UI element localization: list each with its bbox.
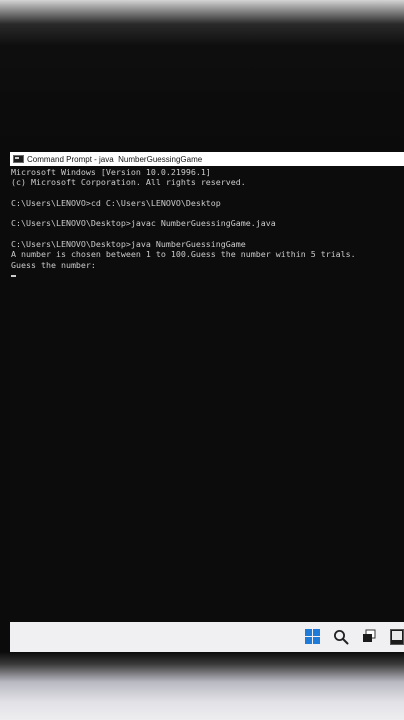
console-line: (c) Microsoft Corporation. All rights re… bbox=[11, 177, 246, 188]
command-prompt-window[interactable]: Command Prompt - java NumberGuessingGame… bbox=[10, 152, 404, 622]
cmd-icon bbox=[13, 155, 24, 163]
console-line: C:\Users\LENOVO\Desktop>javac NumberGues… bbox=[11, 218, 276, 229]
blurred-background-bottom bbox=[0, 652, 404, 720]
terminal-icon[interactable] bbox=[390, 629, 404, 645]
console-line: A number is chosen between 1 to 100.Gues… bbox=[11, 249, 356, 260]
window-titlebar[interactable]: Command Prompt - java NumberGuessingGame bbox=[10, 152, 404, 166]
console-line: Guess the number: bbox=[11, 259, 96, 270]
taskbar bbox=[10, 622, 404, 652]
console-line: Microsoft Windows [Version 10.0.21996.1] bbox=[11, 167, 211, 177]
blurred-background-top bbox=[0, 0, 404, 150]
windows-start-icon[interactable] bbox=[305, 629, 320, 644]
text-cursor[interactable] bbox=[11, 274, 16, 277]
window-title: Command Prompt - java NumberGuessingGame bbox=[27, 154, 203, 164]
console-output[interactable]: Microsoft Windows [Version 10.0.21996.1]… bbox=[11, 167, 401, 280]
search-icon[interactable] bbox=[333, 629, 349, 645]
console-line: C:\Users\LENOVO\Desktop>java NumberGuess… bbox=[11, 239, 246, 250]
console-line: C:\Users\LENOVO>cd C:\Users\LENOVO\Deskt… bbox=[11, 197, 221, 208]
task-view-icon[interactable] bbox=[362, 629, 376, 643]
